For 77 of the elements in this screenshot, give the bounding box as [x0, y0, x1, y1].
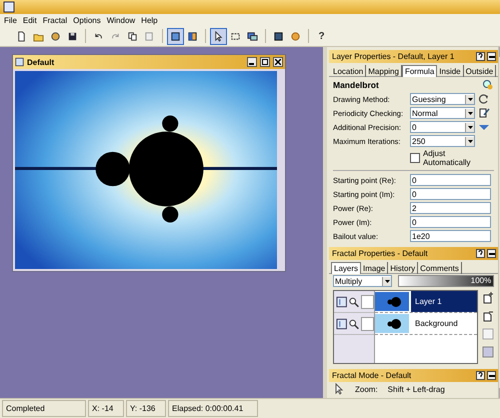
tab[interactable]: Comments	[418, 262, 462, 274]
minimize-button[interactable]	[487, 52, 496, 61]
edit-icon[interactable]	[478, 107, 490, 119]
tab[interactable]: Layers	[331, 262, 362, 274]
mode-label: Zoom:	[355, 384, 378, 394]
menu-item[interactable]: Edit	[22, 16, 37, 24]
input-field[interactable]: 0	[410, 188, 491, 200]
maximize-button[interactable]	[260, 57, 270, 67]
opacity-slider[interactable]: 100%	[398, 275, 494, 287]
menu-item[interactable]: Options	[73, 16, 101, 24]
zoom-icon[interactable]	[348, 296, 360, 308]
caret-icon	[468, 126, 472, 128]
menu-item[interactable]: Window	[106, 16, 136, 24]
layer-thumbnail	[375, 292, 409, 311]
close-icon	[275, 59, 281, 65]
checkbox-label: Adjust Automatically	[422, 149, 472, 167]
panel-title: Fractal Mode - Default	[332, 371, 412, 380]
input-field[interactable]: 0	[410, 216, 491, 228]
document-icon	[15, 57, 24, 67]
layer-visible-icon[interactable]	[336, 318, 348, 330]
help-icon[interactable]	[476, 249, 486, 258]
tab[interactable]: Outside	[464, 65, 496, 77]
fractal-window-icon[interactable]	[168, 28, 183, 44]
minimize-button[interactable]	[487, 371, 496, 380]
new-layer-icon[interactable]	[482, 292, 494, 304]
input-field[interactable]: 0	[410, 174, 491, 186]
status-text: Completed	[2, 400, 86, 417]
minimize-button[interactable]	[247, 57, 257, 67]
zoom-icon[interactable]	[348, 318, 360, 330]
help-icon[interactable]	[476, 371, 486, 380]
status-text: X: -14	[88, 400, 124, 417]
caret-icon	[468, 112, 472, 114]
checkbox[interactable]	[410, 153, 420, 163]
tab[interactable]: History	[388, 262, 418, 274]
caret-icon	[468, 98, 472, 100]
tab[interactable]: Image	[361, 262, 388, 274]
dropdown[interactable]: 0	[410, 121, 475, 133]
caret-icon	[384, 280, 390, 282]
input-field[interactable]: 1e20	[410, 230, 491, 242]
layer-name[interactable]: Layer 1	[411, 291, 478, 312]
panel-title: Layer Properties - Default, Layer 1	[332, 52, 456, 61]
status-text: Elapsed: 0:00:00.41	[168, 400, 258, 417]
pointer-icon[interactable]	[211, 28, 226, 44]
tab[interactable]: Formula	[402, 65, 438, 77]
dropdown[interactable]: 250	[410, 135, 475, 147]
caret-icon	[468, 140, 472, 142]
close-button[interactable]	[273, 57, 283, 67]
app-icon	[3, 1, 15, 13]
help-button[interactable]: ?	[314, 28, 329, 44]
layer-name[interactable]: Background	[411, 313, 478, 334]
mode-hint: Shift + Left-drag	[388, 384, 445, 394]
minimize-icon	[488, 252, 495, 254]
status-text: Y: -136	[126, 400, 166, 417]
input-field[interactable]: 2	[410, 202, 491, 214]
opacity-reading: 100%	[470, 276, 492, 285]
minimize-button[interactable]	[487, 249, 496, 258]
minimize-icon	[488, 374, 495, 376]
menu-item[interactable]: Fractal	[42, 16, 68, 24]
maximize-icon	[262, 59, 268, 65]
help-icon[interactable]	[476, 52, 486, 61]
layer-visible-icon[interactable]	[336, 296, 348, 308]
dropdown[interactable]: Guessing	[410, 93, 475, 105]
tab[interactable]: Inside	[437, 65, 464, 77]
delete-layer-icon[interactable]	[482, 310, 494, 322]
document-title: Default	[27, 58, 56, 66]
dropdown[interactable]: Multiply	[333, 275, 392, 287]
tab[interactable]: Location	[331, 65, 366, 77]
panel-title: Fractal Properties - Default	[332, 249, 429, 258]
menu-item[interactable]: Help	[141, 16, 158, 24]
menu-item[interactable]: File	[4, 16, 17, 24]
layer-thumbnail	[375, 314, 409, 333]
mask-icon[interactable]	[482, 346, 494, 358]
minimize-icon	[488, 56, 495, 58]
dropdown[interactable]: Normal	[410, 107, 475, 119]
pointer-icon	[333, 383, 345, 395]
formula-name: Mandelbrot	[333, 80, 380, 90]
refresh-icon[interactable]	[478, 93, 490, 105]
